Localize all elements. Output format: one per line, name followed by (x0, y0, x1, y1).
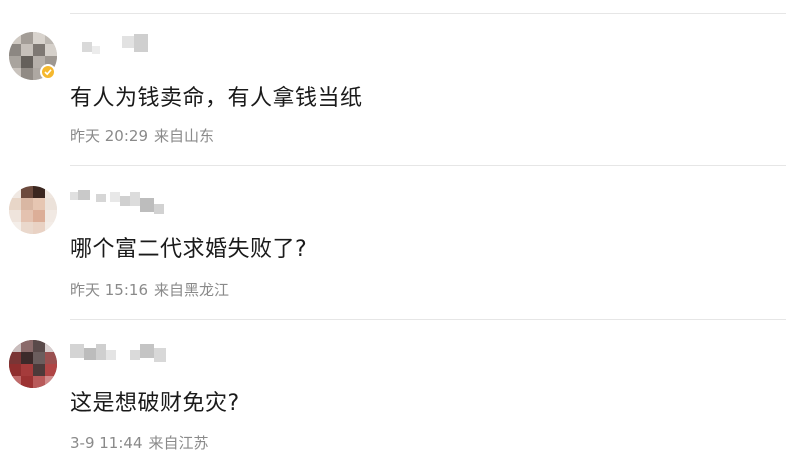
comment-text: 哪个富二代求婚失败了? (70, 237, 308, 262)
username-blurred[interactable] (70, 188, 180, 214)
verified-badge-icon (40, 64, 56, 80)
comment-location: 来自黑龙江 (154, 281, 230, 299)
comment-time: 昨天 15:16 (70, 281, 148, 299)
comment-meta: 昨天 20:29 来自山东 (70, 125, 214, 146)
comment-text: 有人为钱卖命，有人拿钱当纸 (70, 86, 363, 111)
divider (70, 319, 786, 320)
comment-location: 来自山东 (154, 127, 215, 145)
divider-top (70, 13, 786, 14)
username-blurred[interactable] (70, 34, 170, 56)
comment-time: 昨天 20:29 (70, 127, 148, 145)
comment-meta: 昨天 15:16 来自黑龙江 (70, 279, 229, 300)
comment-meta: 3-9 11:44 来自江苏 (70, 432, 209, 453)
comment-text: 这是想破财免灾? (70, 391, 240, 416)
comment-location: 来自江苏 (148, 434, 209, 452)
avatar[interactable] (9, 186, 57, 234)
avatar[interactable] (9, 340, 57, 388)
username-blurred[interactable] (70, 342, 180, 364)
comment-time: 3-9 11:44 (70, 434, 143, 452)
divider (70, 165, 786, 166)
